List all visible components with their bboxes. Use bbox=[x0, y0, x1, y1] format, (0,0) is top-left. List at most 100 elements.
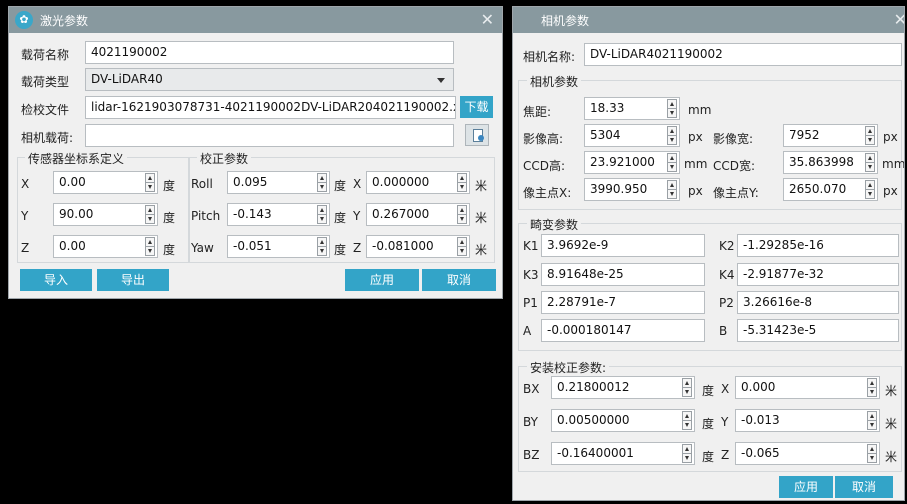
title-bar[interactable]: ✿ 激光参数 ✕ bbox=[9, 7, 502, 33]
close-icon[interactable]: ✕ bbox=[481, 10, 494, 29]
roll-value: 0.095 bbox=[233, 175, 268, 189]
offset-axis-label: Y bbox=[721, 415, 729, 429]
payload-name-field[interactable]: 4021190002 bbox=[85, 41, 454, 64]
apply-button[interactable]: 应用 bbox=[345, 269, 419, 291]
sensor-z-field[interactable]: 0.00 bbox=[53, 235, 158, 258]
offset-x-value: 0.000000 bbox=[372, 175, 430, 189]
download-button[interactable]: 下载 bbox=[460, 96, 493, 118]
cancel-button[interactable]: 取消 bbox=[835, 476, 893, 498]
spin-stepper-icon[interactable] bbox=[457, 237, 467, 256]
spin-stepper-icon[interactable] bbox=[317, 205, 327, 224]
focal-field[interactable]: 18.33 bbox=[584, 97, 680, 120]
p2-field[interactable]: 3.26616e-8 bbox=[737, 291, 899, 314]
principal-y-field[interactable]: 2650.070 bbox=[783, 178, 878, 201]
sensor-y-value: 90.00 bbox=[59, 207, 94, 221]
sensor-x-field[interactable]: 0.00 bbox=[53, 171, 158, 194]
image-width-value: 7952 bbox=[789, 128, 820, 142]
install-offset-z-field[interactable]: -0.065 bbox=[735, 442, 880, 465]
spin-stepper-icon[interactable] bbox=[682, 378, 692, 397]
yaw-value: -0.051 bbox=[233, 239, 272, 253]
close-icon[interactable]: ✕ bbox=[894, 10, 904, 29]
p1-field[interactable]: 2.28791e-7 bbox=[541, 291, 705, 314]
p1-label: P1 bbox=[523, 296, 538, 310]
sensor-axis-label: Z bbox=[21, 241, 30, 255]
offset-x-field[interactable]: 0.000000 bbox=[366, 171, 470, 194]
ccd-height-field[interactable]: 23.921000 bbox=[584, 151, 680, 174]
import-button[interactable]: 导入 bbox=[20, 269, 92, 291]
export-button[interactable]: 导出 bbox=[97, 269, 169, 291]
a-field[interactable]: -0.000180147 bbox=[541, 319, 705, 342]
install-offset-y-field[interactable]: -0.013 bbox=[735, 409, 880, 432]
roll-label: Roll bbox=[191, 177, 213, 191]
offset-z-value: -0.081000 bbox=[372, 239, 434, 253]
principal-x-field[interactable]: 3990.950 bbox=[584, 178, 680, 201]
k2-field[interactable]: -1.29285e-16 bbox=[737, 234, 899, 257]
title-bar[interactable]: 相机参数 ✕ bbox=[513, 7, 904, 33]
sensor-z-value: 0.00 bbox=[59, 239, 86, 253]
offset-axis-label: X bbox=[721, 382, 730, 396]
camera-payload-field[interactable] bbox=[85, 124, 454, 147]
camera-group-title: 相机参数 bbox=[527, 73, 582, 90]
unit-label: 度 bbox=[702, 384, 715, 398]
bz-field[interactable]: -0.16400001 bbox=[551, 442, 695, 465]
sensor-axis-label: X bbox=[21, 177, 30, 191]
apply-button[interactable]: 应用 bbox=[779, 476, 833, 498]
browse-file-icon[interactable] bbox=[465, 124, 489, 146]
spin-stepper-icon[interactable] bbox=[867, 378, 877, 397]
calib-group-title: 校正参数 bbox=[197, 150, 252, 167]
unit-label: 度 bbox=[702, 450, 715, 464]
spin-stepper-icon[interactable] bbox=[667, 180, 677, 199]
sensor-y-field[interactable]: 90.00 bbox=[53, 203, 158, 226]
k4-field[interactable]: -2.91877e-32 bbox=[737, 263, 899, 286]
spin-stepper-icon[interactable] bbox=[457, 173, 467, 192]
unit-label: 度 bbox=[334, 243, 347, 257]
ccd-width-value: 35.863998 bbox=[789, 155, 854, 169]
offset-z-field[interactable]: -0.081000 bbox=[366, 235, 470, 258]
offset-y-value: 0.267000 bbox=[372, 207, 430, 221]
roll-field[interactable]: 0.095 bbox=[227, 171, 330, 194]
by-field[interactable]: 0.00500000 bbox=[551, 409, 695, 432]
spin-stepper-icon[interactable] bbox=[317, 173, 327, 192]
ccd-width-field[interactable]: 35.863998 bbox=[783, 151, 878, 174]
spin-stepper-icon[interactable] bbox=[867, 411, 877, 430]
yaw-field[interactable]: -0.051 bbox=[227, 235, 330, 258]
install-group-title: 安装校正参数: bbox=[527, 359, 610, 376]
offset-y-field[interactable]: 0.267000 bbox=[366, 203, 470, 226]
distortion-group-title: 畸变参数 bbox=[527, 216, 582, 233]
spin-stepper-icon[interactable] bbox=[865, 153, 875, 172]
payload-type-select[interactable]: DV-LiDAR40 bbox=[85, 68, 454, 91]
spin-stepper-icon[interactable] bbox=[145, 205, 155, 224]
camera-name-label: 相机名称: bbox=[523, 50, 576, 64]
window-title: 相机参数 bbox=[541, 14, 590, 28]
k3-field[interactable]: 8.91648e-25 bbox=[541, 263, 705, 286]
unit-label: 度 bbox=[163, 179, 176, 193]
spin-stepper-icon[interactable] bbox=[865, 126, 875, 145]
k3-label: K3 bbox=[523, 268, 539, 282]
install-offset-z-value: -0.065 bbox=[741, 446, 780, 460]
camera-name-field[interactable]: DV-LiDAR4021190002 bbox=[584, 43, 902, 66]
bx-field[interactable]: 0.21800012 bbox=[551, 376, 695, 399]
b-field[interactable]: -5.31423e-5 bbox=[737, 319, 899, 342]
unit-label: px bbox=[883, 184, 898, 198]
pitch-field[interactable]: -0.143 bbox=[227, 203, 330, 226]
spin-stepper-icon[interactable] bbox=[865, 180, 875, 199]
unit-label: 度 bbox=[334, 179, 347, 193]
image-height-field[interactable]: 5304 bbox=[584, 124, 680, 147]
spin-stepper-icon[interactable] bbox=[667, 99, 677, 118]
k1-field[interactable]: 3.9692e-9 bbox=[541, 234, 705, 257]
install-offset-x-field[interactable]: 0.000 bbox=[735, 376, 880, 399]
cancel-button[interactable]: 取消 bbox=[422, 269, 496, 291]
spin-stepper-icon[interactable] bbox=[457, 205, 467, 224]
spin-stepper-icon[interactable] bbox=[682, 444, 692, 463]
calib-file-field[interactable]: lidar-1621903078731-4021190002DV-LiDAR20… bbox=[85, 96, 456, 119]
image-width-field[interactable]: 7952 bbox=[783, 124, 878, 147]
principal-x-value: 3990.950 bbox=[590, 182, 648, 196]
spin-stepper-icon[interactable] bbox=[682, 411, 692, 430]
spin-stepper-icon[interactable] bbox=[667, 126, 677, 145]
spin-stepper-icon[interactable] bbox=[317, 237, 327, 256]
spin-stepper-icon[interactable] bbox=[145, 237, 155, 256]
spin-stepper-icon[interactable] bbox=[145, 173, 155, 192]
bz-value: -0.16400001 bbox=[557, 446, 634, 460]
spin-stepper-icon[interactable] bbox=[867, 444, 877, 463]
spin-stepper-icon[interactable] bbox=[667, 153, 677, 172]
